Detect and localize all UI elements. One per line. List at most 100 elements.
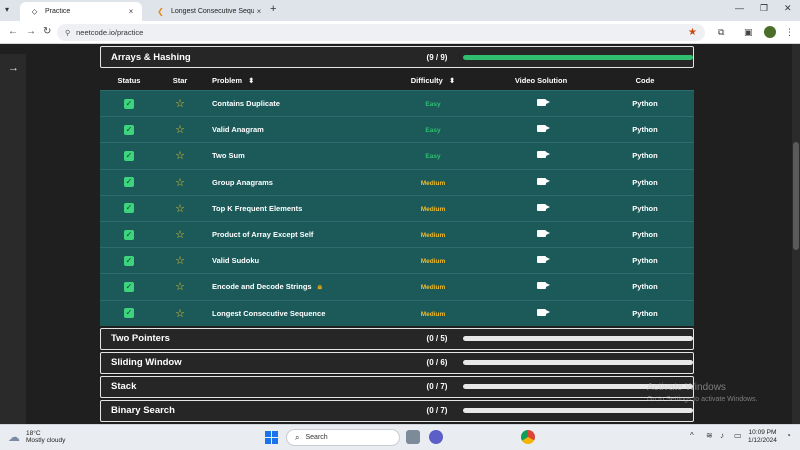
code-link[interactable]: Python xyxy=(632,282,657,291)
video-camera-icon[interactable] xyxy=(536,151,550,159)
status-cell: ✓ xyxy=(100,98,158,109)
scrollbar-thumb[interactable] xyxy=(793,142,799,250)
code-link[interactable]: Python xyxy=(632,204,657,213)
star-cell: ☆ xyxy=(158,307,202,320)
problem-link[interactable]: Valid Anagram xyxy=(212,125,264,134)
section-progress-bar xyxy=(463,336,693,342)
minimize-icon[interactable]: — xyxy=(735,3,744,13)
windows-start-icon[interactable] xyxy=(265,431,278,444)
video-camera-icon[interactable] xyxy=(536,99,550,107)
check-icon[interactable]: ✓ xyxy=(124,229,134,240)
problem-link[interactable]: Encode and Decode Strings xyxy=(212,282,312,291)
star-outline-icon[interactable]: ☆ xyxy=(175,177,185,189)
difficulty-cell: Easy xyxy=(380,151,486,160)
video-camera-icon[interactable] xyxy=(536,125,550,133)
star-outline-icon[interactable]: ☆ xyxy=(175,255,185,267)
check-icon[interactable]: ✓ xyxy=(124,124,134,135)
section-header-sliding-window[interactable]: Sliding Window (0 / 6) xyxy=(100,351,694,374)
code-cell: Python xyxy=(596,256,694,265)
section-header-stack[interactable]: Stack (0 / 7) xyxy=(100,375,694,398)
table-row: ✓ ☆ Contains Duplicate Easy Python xyxy=(100,90,694,117)
star-outline-icon[interactable]: ☆ xyxy=(175,203,185,215)
section-header-binary-search[interactable]: Binary Search (0 / 7) xyxy=(100,399,694,422)
tab-longest-consecutive[interactable]: ❮ Longest Consecutive Sequence × xyxy=(146,2,270,21)
video-camera-icon[interactable] xyxy=(536,230,550,238)
tab-practice[interactable]: ⬦ Practice × xyxy=(20,2,142,21)
header-problem[interactable]: Problem ⬍ xyxy=(202,76,380,85)
video-camera-icon[interactable] xyxy=(536,177,550,185)
side-panel-icon[interactable]: ▣ xyxy=(744,27,753,38)
close-window-icon[interactable]: ✕ xyxy=(784,3,792,14)
problem-link[interactable]: Two Sum xyxy=(212,151,245,160)
battery-icon[interactable]: ▭ xyxy=(734,431,742,440)
reload-icon[interactable]: ↻ xyxy=(43,26,51,37)
task-view-icon[interactable] xyxy=(406,430,420,444)
code-link[interactable]: Python xyxy=(632,256,657,265)
taskbar-clock[interactable]: 10:09 PM 1/12/2024 xyxy=(748,429,777,445)
check-icon[interactable]: ✓ xyxy=(124,98,134,109)
star-outline-icon[interactable]: ☆ xyxy=(175,229,185,241)
video-camera-icon[interactable] xyxy=(536,203,550,211)
header-difficulty[interactable]: Difficulty ⬍ xyxy=(380,76,486,85)
tab-close-icon[interactable]: × xyxy=(254,7,264,16)
taskbar-search[interactable]: ⌕ Search xyxy=(286,429,400,446)
problem-link[interactable]: Top K Frequent Elements xyxy=(212,204,302,213)
star-outline-icon[interactable]: ☆ xyxy=(175,124,185,136)
code-cell: Python xyxy=(596,230,694,239)
teams-icon[interactable] xyxy=(429,430,443,444)
code-cell: Python xyxy=(596,204,694,213)
code-link[interactable]: Python xyxy=(632,99,657,108)
problem-link[interactable]: Valid Sudoku xyxy=(212,256,259,265)
table-row: ✓ ☆ Valid Sudoku Medium Python xyxy=(100,247,694,274)
star-outline-icon[interactable]: ☆ xyxy=(175,308,185,320)
section-count: (9 / 9) xyxy=(426,52,448,62)
video-camera-icon[interactable] xyxy=(536,282,550,290)
code-link[interactable]: Python xyxy=(632,125,657,134)
weather-widget[interactable]: ☁ 18°C Mostly cloudy xyxy=(8,430,65,444)
expand-sidebar-icon[interactable]: → xyxy=(8,62,19,74)
check-icon[interactable]: ✓ xyxy=(124,281,134,292)
tab-search-icon[interactable]: ▾ xyxy=(5,5,9,14)
problem-link[interactable]: Contains Duplicate xyxy=(212,99,280,108)
difficulty-badge: Medium xyxy=(420,258,446,266)
menu-icon[interactable]: ⋮ xyxy=(785,27,794,38)
code-link[interactable]: Python xyxy=(632,309,657,318)
chrome-icon[interactable] xyxy=(521,430,535,444)
wifi-icon[interactable]: ≋ xyxy=(706,431,713,440)
new-tab-icon[interactable]: + xyxy=(270,3,276,15)
status-cell: ✓ xyxy=(100,150,158,161)
video-camera-icon[interactable] xyxy=(536,256,550,264)
notifications-icon[interactable]: ◔ xyxy=(786,431,791,440)
tray-chevron-icon[interactable]: ^ xyxy=(690,431,694,440)
restore-icon[interactable]: ❐ xyxy=(760,3,768,14)
check-icon[interactable]: ✓ xyxy=(124,255,134,266)
section-header-arrays-hashing[interactable]: Arrays & Hashing (9 / 9) xyxy=(100,46,694,68)
check-icon[interactable]: ✓ xyxy=(124,177,134,188)
problem-link[interactable]: Product of Array Except Self xyxy=(212,230,313,239)
page-scrollbar[interactable] xyxy=(792,44,800,424)
site-info-icon[interactable]: ⚲ xyxy=(65,29,70,37)
code-link[interactable]: Python xyxy=(632,151,657,160)
check-icon[interactable]: ✓ xyxy=(124,308,134,319)
profile-avatar[interactable] xyxy=(764,26,776,38)
sort-icon[interactable]: ⬍ xyxy=(248,76,254,85)
volume-icon[interactable]: ♪ xyxy=(720,431,724,440)
problem-link[interactable]: Longest Consecutive Sequence xyxy=(212,309,325,318)
problem-link[interactable]: Group Anagrams xyxy=(212,178,273,187)
address-bar[interactable]: ⚲ neetcode.io/practice ★ xyxy=(57,24,705,41)
star-outline-icon[interactable]: ☆ xyxy=(175,150,185,162)
check-icon[interactable]: ✓ xyxy=(124,203,134,214)
sort-icon[interactable]: ⬍ xyxy=(449,76,455,85)
section-header-two-pointers[interactable]: Two Pointers (0 / 5) xyxy=(100,327,694,350)
star-outline-icon[interactable]: ☆ xyxy=(175,281,185,293)
video-camera-icon[interactable] xyxy=(536,308,550,316)
tab-close-icon[interactable]: × xyxy=(126,7,136,16)
back-icon[interactable]: ← xyxy=(8,26,18,37)
forward-icon[interactable]: → xyxy=(26,26,36,37)
code-link[interactable]: Python xyxy=(632,178,657,187)
extensions-icon[interactable]: ⧉ xyxy=(718,27,724,38)
check-icon[interactable]: ✓ xyxy=(124,150,134,161)
star-outline-icon[interactable]: ☆ xyxy=(175,98,185,110)
code-link[interactable]: Python xyxy=(632,230,657,239)
bookmark-star-icon[interactable]: ★ xyxy=(688,27,697,38)
